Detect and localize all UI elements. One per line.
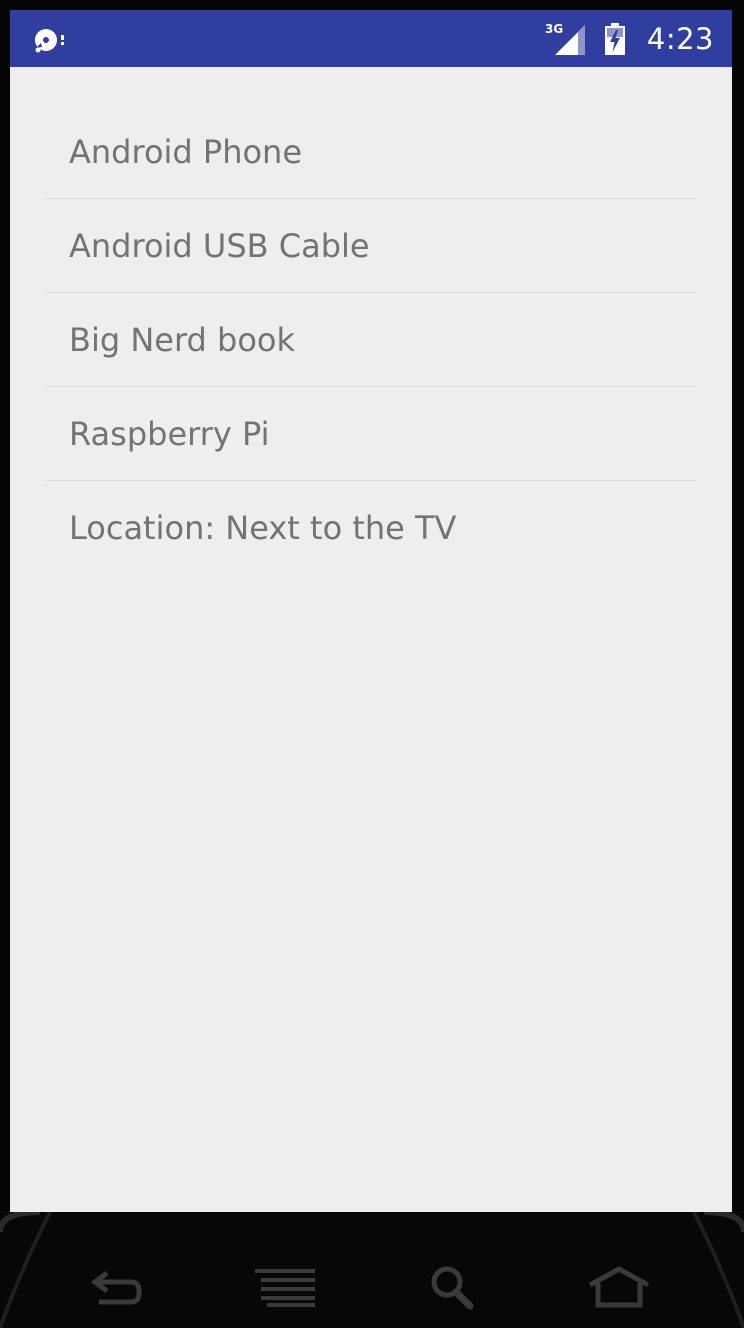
battery-charging-icon [604,22,625,55]
disc-icon [35,29,64,53]
menu-icon [255,1269,315,1307]
status-bar: 3G 4:23 [10,10,732,67]
search-button[interactable] [418,1262,488,1312]
status-clock: 4:23 [646,21,714,56]
list-item[interactable]: Big Nerd book [46,293,696,387]
list-item[interactable]: Raspberry Pi [46,387,696,481]
back-button[interactable] [82,1262,152,1312]
item-list: Android Phone Android USB Cable Big Nerd… [46,105,696,575]
cellular-signal-icon: 3G [545,22,585,55]
home-icon [588,1266,650,1308]
app-screen: 3G 4:23 Android Phone Android USB Cable … [10,10,732,1212]
home-button[interactable] [584,1262,654,1312]
status-icons: 3G 4:23 [545,10,714,67]
device-frame: 3G 4:23 Android Phone Android USB Cable … [0,0,744,1328]
list-item[interactable]: Android Phone [46,105,696,199]
list-item[interactable]: Location: Next to the TV [46,481,696,575]
menu-button[interactable] [250,1262,320,1312]
list-item[interactable]: Android USB Cable [46,199,696,293]
back-icon [90,1271,142,1305]
network-type-label: 3G [545,22,563,36]
search-icon [431,1266,474,1310]
